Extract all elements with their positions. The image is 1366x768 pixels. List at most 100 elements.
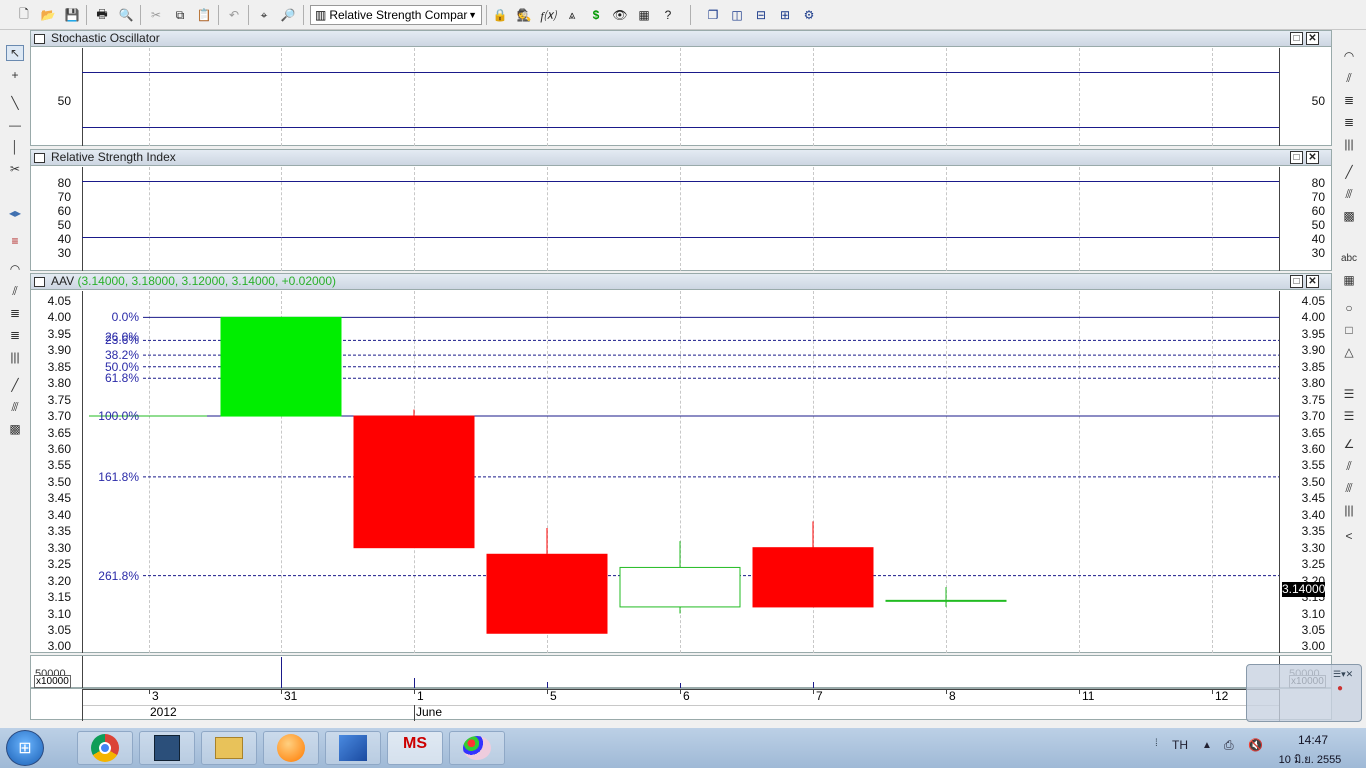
tile-grid-icon[interactable]: ⊞ [776,6,794,24]
function-icon[interactable]: f⒳ [539,6,557,24]
print-preview-icon[interactable]: 🔍 [117,6,135,24]
bar-icon[interactable]: ≡ [6,233,24,249]
list-alt-icon[interactable]: ☰ [1340,408,1358,424]
list-icon[interactable]: ☰ [1340,386,1358,402]
indicator-dropdown[interactable]: ▥ Relative Strength Comparati ▼ [310,5,482,25]
vertical-line-icon[interactable]: │ [6,139,24,155]
fib-timezone-icon[interactable]: ||| [1340,136,1358,152]
crosshair-tool-icon[interactable]: + [6,67,24,83]
fib-timezone-icon[interactable]: ||| [6,349,24,365]
candlestick[interactable] [220,316,342,417]
price-right-label: 3.05 [1301,622,1325,637]
clock-time[interactable]: 14:47 [1278,733,1348,747]
panel-menu-icon[interactable] [34,34,45,44]
language-indicator[interactable]: TH [1172,738,1188,752]
candlestick[interactable] [752,521,874,608]
text-icon[interactable]: abc [1340,250,1358,266]
trendline-icon[interactable]: ╲ [6,95,24,111]
maximize-icon[interactable]: □ [1290,32,1303,45]
arc-icon[interactable]: ◠ [6,261,24,277]
pointer-icon[interactable]: ↖ [6,45,24,61]
crosshair-icon[interactable]: ⌖ [255,6,273,24]
print-icon[interactable]: 🖶 [93,6,111,24]
candlestick[interactable] [486,527,608,634]
main-toolbar: 🗋 📂 💾 🖶 🔍 ✂ ⧉ 📋 ↶ ⌖ 🔎 ▥ Relative Strengt… [0,0,1366,30]
volume-panel: 50000 x10000 50000 x10000 [30,655,1332,689]
fib-retrace-icon[interactable]: ≣ [1340,92,1358,108]
candlestick[interactable] [619,541,741,614]
help-icon[interactable]: ? [659,6,677,24]
clock-date[interactable]: 10 มิ.ย. 2555 [1270,750,1350,768]
cycles-icon[interactable]: ||| [1340,502,1358,518]
volume-muted-icon[interactable]: 🔇 [1248,738,1263,752]
fib-extension-icon[interactable]: ≣ [1340,114,1358,130]
folder-icon[interactable] [201,731,257,765]
scissors-icon[interactable]: ✂ [6,161,24,177]
maximize-icon[interactable]: □ [1290,275,1303,288]
chart-icon[interactable]: ⩓ [563,6,581,24]
save-icon[interactable]: 💾 [63,6,81,24]
pitchfork-icon[interactable]: ⫻ [1340,480,1358,496]
maximize-icon[interactable]: □ [1290,151,1303,164]
cubes-icon[interactable] [325,731,381,765]
fan-icon[interactable]: ⫽ [1340,70,1358,86]
price-right-label: 3.80 [1301,376,1325,391]
candlestick[interactable] [885,587,1007,607]
close-icon[interactable]: ✕ [1306,151,1319,164]
tray-expand-icon[interactable]: ▲ [1202,740,1212,751]
wizard-icon[interactable]: 🕵 [515,6,533,24]
gann-fan-icon[interactable]: ⫻ [1340,186,1358,202]
line-tool-icon[interactable]: ╱ [1340,164,1358,180]
media-icon[interactable] [263,731,319,765]
fib-extension-icon[interactable]: ≣ [6,327,24,343]
triangle-icon[interactable]: △ [1340,344,1358,360]
price-left-label: 4.00 [47,310,71,325]
open-icon[interactable]: 📂 [39,6,57,24]
line-tool-icon[interactable]: ╱ [6,377,24,393]
chrome-icon[interactable] [77,731,133,765]
start-button[interactable]: ⊞ [6,730,44,766]
dollar-icon[interactable]: $ [587,6,605,24]
lock-icon[interactable]: 🔒 [491,6,509,24]
less-than-icon[interactable]: < [1340,528,1358,544]
day-label: 7 [816,689,823,703]
metastock-icon[interactable]: MS [387,731,443,765]
table-icon[interactable]: ▦ [1340,272,1358,288]
settings-icon[interactable]: ⚙ [800,6,818,24]
fan-icon[interactable]: ⫽ [6,283,24,299]
fan-alt-icon[interactable]: ⫽ [1340,458,1358,474]
panel-menu-icon[interactable] [34,277,45,287]
angle-icon[interactable]: ∠ [1340,436,1358,452]
scroll-icon[interactable]: ◂▸ [6,205,24,221]
close-icon[interactable]: ✕ [1306,275,1319,288]
fib-retrace-icon[interactable]: ≣ [6,305,24,321]
ellipse-icon[interactable]: ○ [1340,300,1358,316]
gann-fan-icon[interactable]: ⫻ [6,399,24,415]
binoculars-icon[interactable]: 👁 [611,6,629,24]
candlestick-chart[interactable] [83,291,1279,653]
mini-widget[interactable]: ☰▾✕ ● [1246,664,1362,722]
windows-icon[interactable]: ❐ [704,6,722,24]
price-panel: AAV (3.14000, 3.18000, 3.12000, 3.14000,… [30,273,1332,653]
grid-icon[interactable]: ▦ [635,6,653,24]
close-icon[interactable]: ✕ [1306,32,1319,45]
horizontal-line-icon[interactable]: — [6,117,24,133]
arc-icon[interactable]: ◠ [1340,48,1358,64]
rectangle-icon[interactable]: □ [1340,322,1358,338]
undo-icon[interactable]: ↶ [225,6,243,24]
app-window-icon[interactable] [139,731,195,765]
candlestick[interactable] [353,409,475,549]
panel-menu-icon[interactable] [34,153,45,163]
new-icon[interactable]: 🗋 [15,6,33,24]
widget-menu-icon[interactable]: ☰▾✕ [1333,669,1353,680]
cut-icon[interactable]: ✂ [147,6,165,24]
pattern-icon[interactable]: ▩ [1340,208,1358,224]
network-icon[interactable]: ⎙ [1224,738,1234,753]
paint-icon[interactable] [449,731,505,765]
tile-horizontal-icon[interactable]: ⊟ [752,6,770,24]
copy-icon[interactable]: ⧉ [171,6,189,24]
tile-vertical-icon[interactable]: ◫ [728,6,746,24]
zoom-icon[interactable]: 🔎 [279,6,297,24]
pattern-icon[interactable]: ▩ [6,421,24,437]
paste-icon[interactable]: 📋 [195,6,213,24]
